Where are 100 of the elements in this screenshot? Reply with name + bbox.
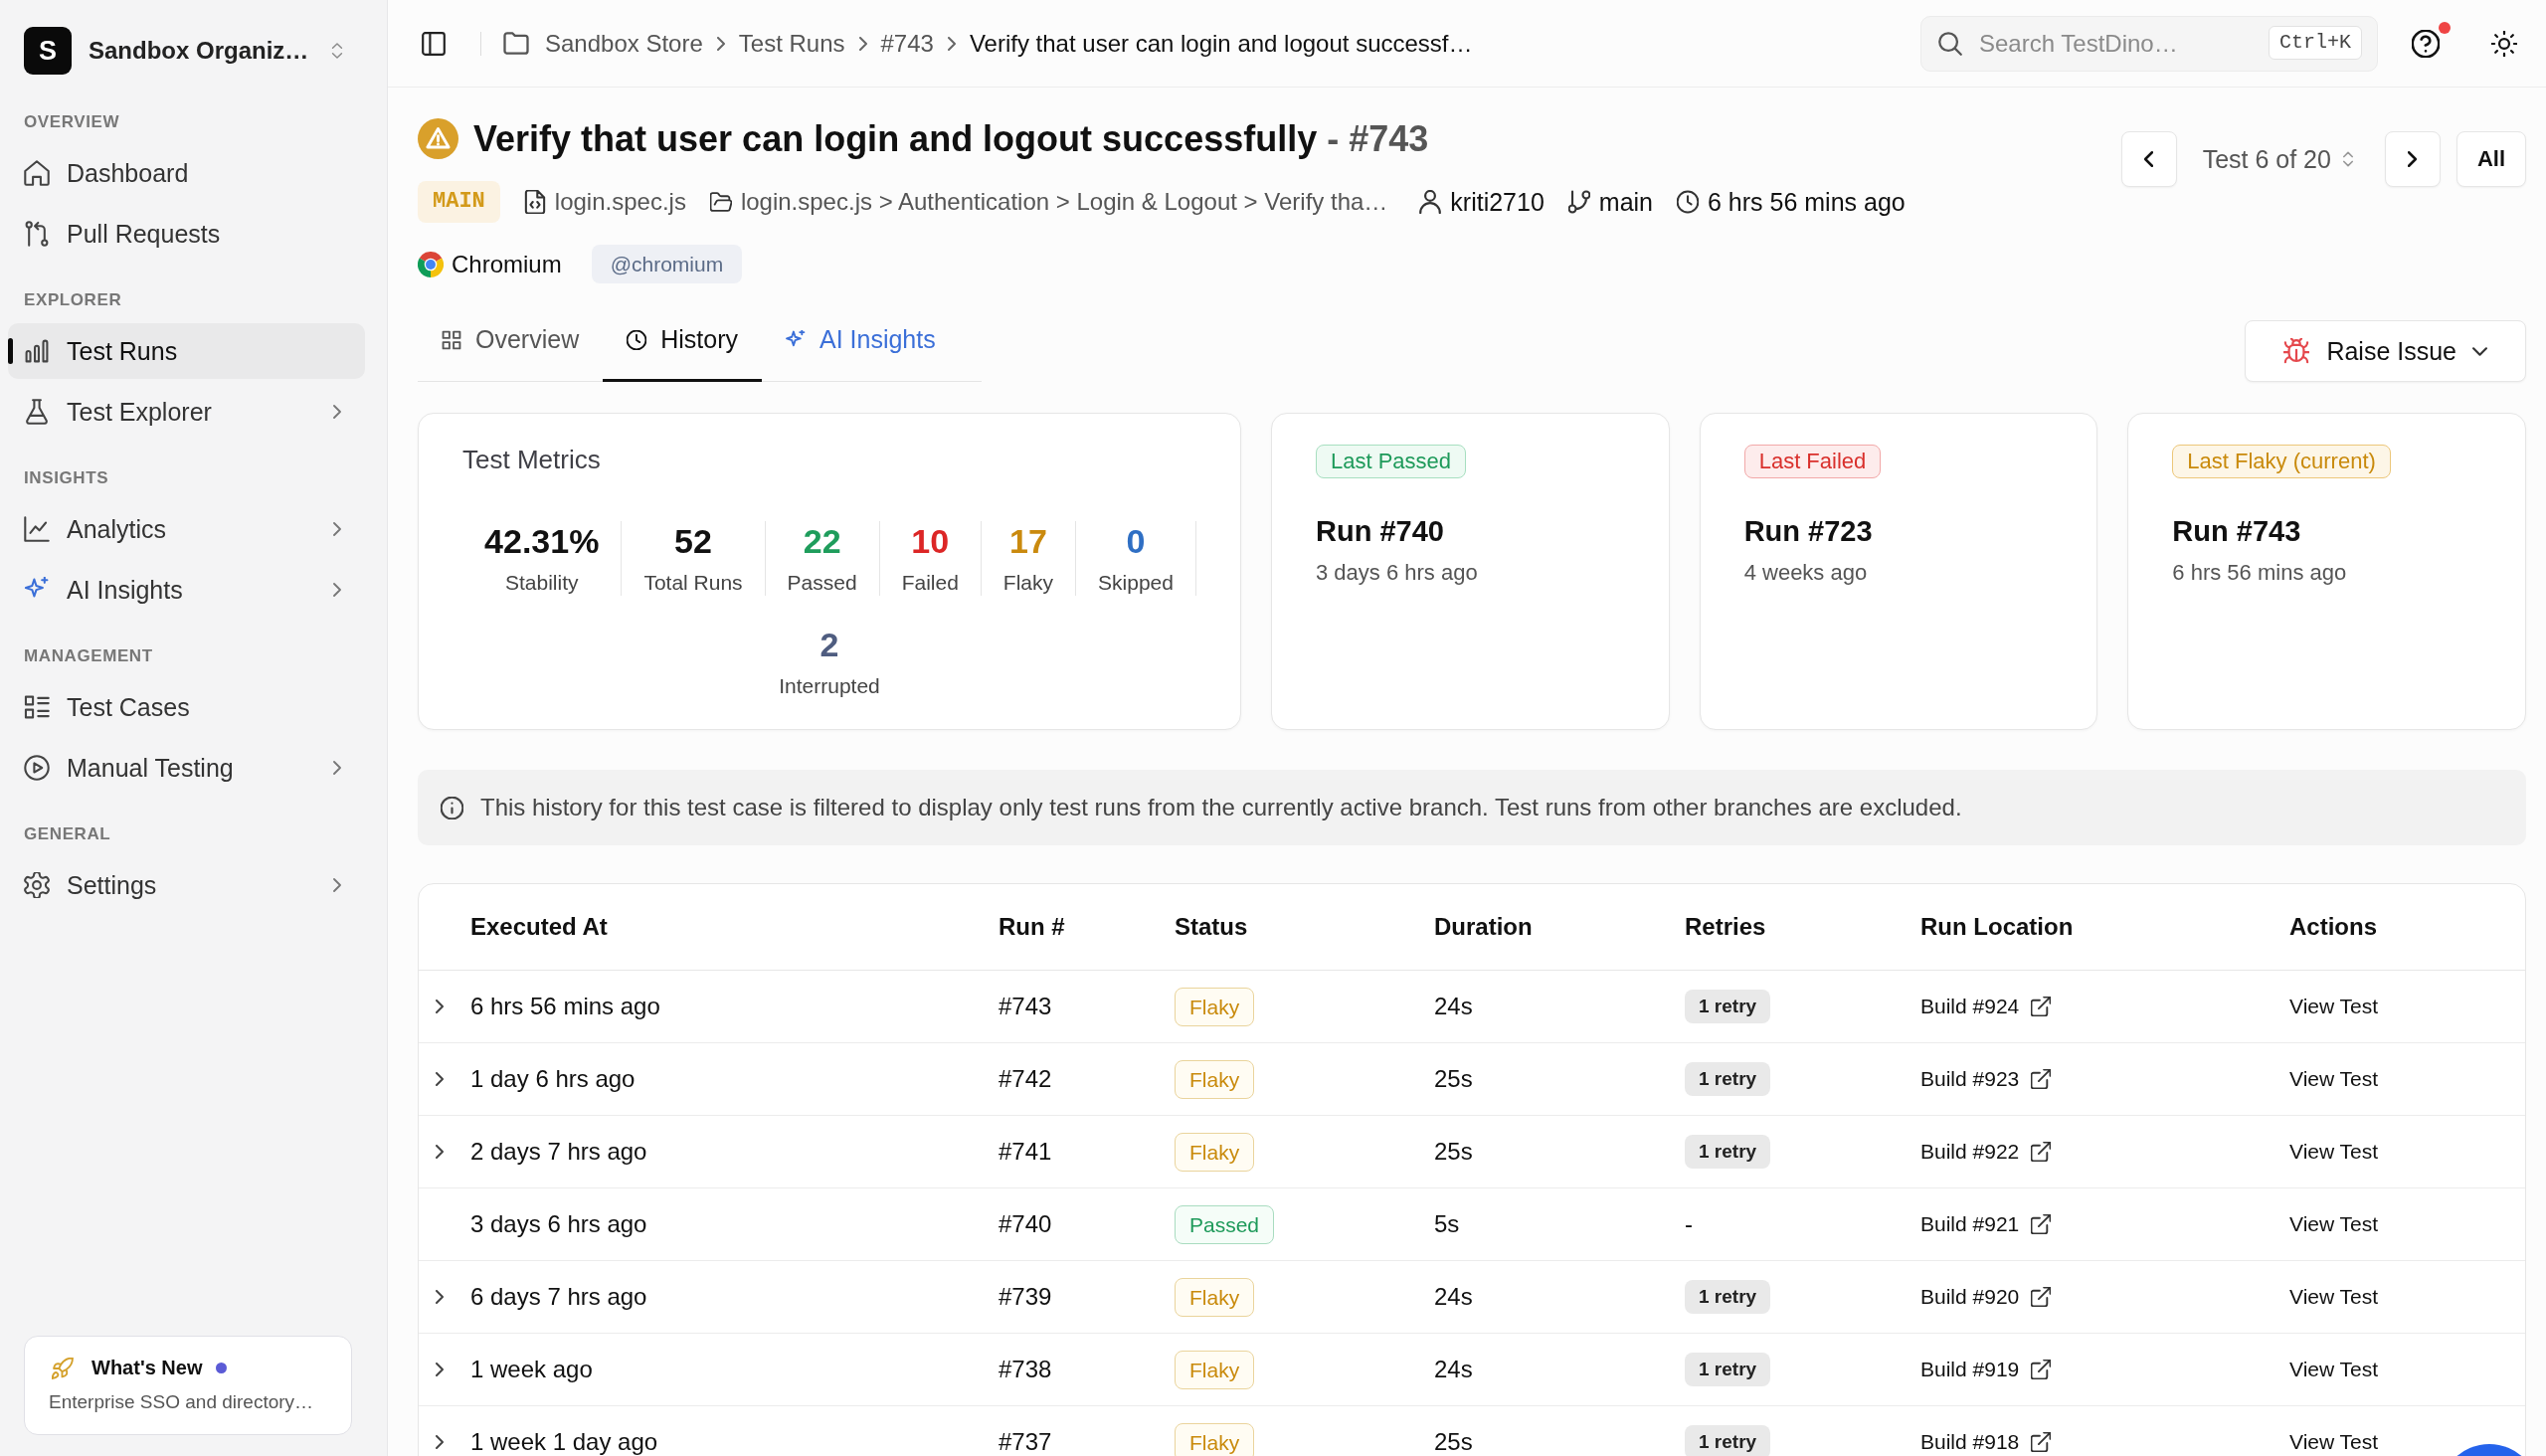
home-icon xyxy=(24,160,50,186)
folder-icon xyxy=(709,190,732,214)
nav-item[interactable]: Test Explorer xyxy=(8,384,365,440)
whats-new-title: What's New xyxy=(91,1357,203,1379)
view-test-link[interactable]: View Test xyxy=(2289,1140,2379,1164)
shortcut-key: Ctrl+K xyxy=(2269,25,2362,60)
test-pager[interactable]: Test 6 of 20 xyxy=(2202,144,2353,174)
external-link-icon xyxy=(2031,997,2052,1016)
file-name: login.spec.js xyxy=(554,188,686,216)
table-cell: #742 xyxy=(999,1065,1052,1093)
metric-value: 10 xyxy=(911,521,950,561)
nav-item[interactable]: Test Runs xyxy=(8,323,365,379)
table-cell: - xyxy=(1685,1210,1693,1238)
nav-item[interactable]: Test Cases xyxy=(8,679,365,735)
nav-item[interactable]: Dashboard xyxy=(8,145,365,201)
view-test-link[interactable]: View Test xyxy=(2289,995,2379,1018)
bar-chart-icon xyxy=(24,338,50,364)
external-link-icon xyxy=(2031,1287,2052,1307)
org-name[interactable]: Sandbox Organiz… xyxy=(89,37,309,65)
raise-issue-button[interactable]: Raise Issue xyxy=(2245,320,2526,382)
all-button[interactable]: All xyxy=(2455,131,2526,187)
whats-new-card[interactable]: What's New Enterprise SSO and directory… xyxy=(24,1336,352,1435)
help-icon[interactable] xyxy=(2412,29,2440,58)
last-run-card[interactable]: Last Failed Run #723 4 weeks ago xyxy=(1699,413,2098,730)
nav-item[interactable]: Analytics xyxy=(8,501,365,557)
metric-label: Passed xyxy=(787,570,857,596)
run-time: 6 hrs 56 mins ago xyxy=(2172,560,2348,586)
table-cell: #738 xyxy=(999,1356,1052,1383)
build-link[interactable]: Build #919 xyxy=(1920,1358,2052,1381)
result-badge: Last Failed xyxy=(1743,445,1882,478)
metric-value: 42.31% xyxy=(484,521,600,561)
sidebar-toggle-icon[interactable] xyxy=(422,31,446,56)
line-chart-icon xyxy=(24,516,50,542)
result-badge: Last Flaky (current) xyxy=(2172,445,2391,478)
view-test-link[interactable]: View Test xyxy=(2289,1285,2379,1309)
metric-label: Total Runs xyxy=(643,570,743,596)
section-label: OVERVIEW xyxy=(23,111,121,133)
browser-logo-icon xyxy=(418,251,444,277)
expand-chevron-icon[interactable] xyxy=(436,1363,444,1376)
expand-chevron-icon[interactable] xyxy=(436,1072,444,1086)
file-code-icon xyxy=(523,190,546,214)
chevron-right-icon[interactable] xyxy=(333,583,341,597)
chevron-right-icon[interactable] xyxy=(333,761,341,775)
status-badge: Flaky xyxy=(1175,1277,1255,1317)
metric-label: Skipped xyxy=(1098,570,1174,596)
table-cell: 6 days 7 hrs ago xyxy=(470,1283,647,1311)
column-header: Duration xyxy=(1434,913,1534,941)
metric-value: 2 xyxy=(819,625,839,664)
build-link[interactable]: Build #921 xyxy=(1920,1212,2052,1236)
browser-name: Chromium xyxy=(452,250,562,278)
test-path: login.spec.js > Authentication > Login & Logout > Verify tha… xyxy=(740,188,1388,216)
table-cell: 2 days 7 hrs ago xyxy=(470,1138,647,1166)
view-test-link[interactable]: View Test xyxy=(2289,1212,2379,1236)
whats-new-text: Enterprise SSO and directory… xyxy=(49,1391,315,1413)
expand-chevron-icon[interactable] xyxy=(436,1000,444,1013)
section-label: INSIGHTS xyxy=(23,467,110,489)
tab[interactable]: AI Insights xyxy=(762,310,960,382)
build-link[interactable]: Build #923 xyxy=(1920,1067,2052,1091)
nav-item[interactable]: Manual Testing xyxy=(8,740,365,796)
column-header: Actions xyxy=(2289,913,2378,941)
view-test-link[interactable]: View Test xyxy=(2289,1430,2379,1454)
view-test-link[interactable]: View Test xyxy=(2289,1358,2379,1381)
nav-item[interactable]: Pull Requests xyxy=(8,206,365,262)
breadcrumb-link[interactable]: Sandbox Store xyxy=(545,29,703,58)
nav-item[interactable]: Settings xyxy=(8,857,365,913)
chevron-right-icon[interactable] xyxy=(333,522,341,536)
build-link[interactable]: Build #924 xyxy=(1920,995,2052,1018)
branch-tag: MAIN xyxy=(418,181,500,223)
grid-icon xyxy=(442,329,461,350)
build-link[interactable]: Build #922 xyxy=(1920,1140,2052,1164)
tab[interactable]: Overview xyxy=(418,310,604,382)
build-link[interactable]: Build #920 xyxy=(1920,1285,2052,1309)
external-link-icon xyxy=(2031,1142,2052,1162)
view-test-link[interactable]: View Test xyxy=(2289,1067,2379,1091)
expand-chevron-icon[interactable] xyxy=(436,1435,444,1449)
build-link[interactable]: Build #918 xyxy=(1920,1430,2052,1454)
nav-item[interactable]: AI Insights xyxy=(8,562,365,618)
expand-chevron-icon[interactable] xyxy=(436,1290,444,1304)
table-cell: 25s xyxy=(1434,1428,1473,1456)
chevron-right-icon[interactable] xyxy=(333,405,341,419)
test-title: Verify that user can login and logout successfully - #743 xyxy=(473,118,1429,159)
bug-icon xyxy=(2283,338,2310,364)
column-header: Executed At xyxy=(470,913,609,941)
retry-count-badge: 1 retry xyxy=(1685,1135,1771,1169)
last-run-card[interactable]: Last Flaky (current) Run #743 6 hrs 56 mins ago xyxy=(2127,413,2526,730)
tab[interactable]: History xyxy=(603,310,762,382)
breadcrumb-link[interactable]: Test Runs xyxy=(738,29,845,58)
clock-icon xyxy=(1677,190,1699,214)
sun-icon[interactable] xyxy=(2491,30,2517,57)
last-run-card[interactable]: Last Passed Run #740 3 days 6 hrs ago xyxy=(1271,413,1670,730)
chevron-right-icon[interactable] xyxy=(333,878,341,892)
metric-label: Interrupted xyxy=(779,673,880,699)
branch-name: main xyxy=(1598,187,1653,217)
breadcrumb-link[interactable]: #743 xyxy=(880,29,934,58)
table-cell: 24s xyxy=(1434,1283,1473,1311)
chevrons-up-down-icon xyxy=(2342,151,2353,167)
status-badge: Flaky xyxy=(1175,1132,1255,1172)
metric-value: 22 xyxy=(803,521,841,561)
rocket-icon xyxy=(52,1357,74,1379)
expand-chevron-icon[interactable] xyxy=(436,1145,444,1159)
